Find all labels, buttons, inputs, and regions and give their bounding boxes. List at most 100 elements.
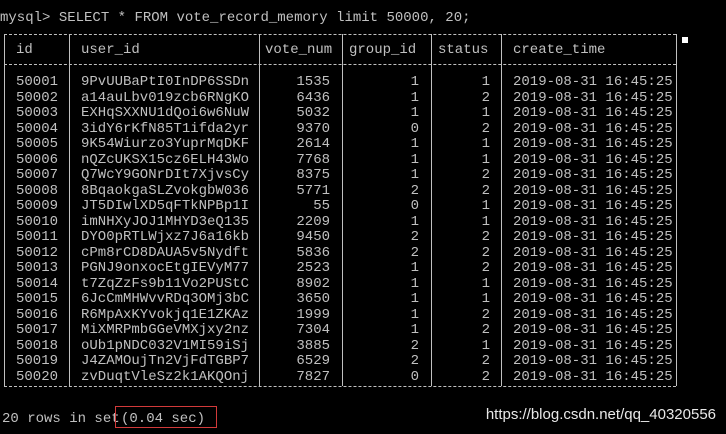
table-cell-create-time: 2019-08-31 16:45:25 — [513, 151, 673, 168]
table-cell-vote-num: 8375 — [296, 167, 330, 183]
table-cell-create-time: 2019-08-31 16:45:25 — [513, 105, 673, 121]
table-row: 50018 oUb1pNDC032V1MI59iSj 3885 2 1 2019-08-3… — [4, 338, 676, 354]
table-row: 50010 imNHXyJOJ1MHYD3eQ135 2209 1 1 2019-08-3… — [4, 214, 676, 230]
watermark: https://blog.csdn.net/qq_40320556 — [485, 406, 716, 423]
table-cell-group-id: 2 — [410, 353, 419, 369]
table-cell-user-id: 9PvUUBaPtI0InDP6SSDn — [81, 74, 250, 90]
column-header-group-id: group_id — [349, 42, 417, 58]
table-cell-status: 2 — [481, 353, 490, 369]
table-row: 50015 6JcCmMHWvvRDq3OMj3bC 3650 1 1 2019-08-3… — [4, 291, 676, 307]
table-cell-vote-num: 7304 — [296, 322, 330, 338]
table-cell-vote-num: 6529 — [296, 353, 330, 369]
table-cell-id: 50005 — [16, 136, 59, 152]
table-cell-status: 2 — [481, 244, 490, 261]
table-cell-vote-num: 2209 — [296, 213, 330, 230]
table-row: 50017 MiXMRPmbGGeVMXjxy2nz 7304 1 2 2019-08-3… — [4, 322, 676, 338]
table-cell-vote-num: 7827 — [296, 368, 330, 385]
column-header-user-id: user_id — [81, 42, 140, 58]
table-cell-user-id: J4ZAMOujTn2VjFdTGBP7 — [81, 353, 250, 369]
table-cell-vote-num: 3650 — [296, 291, 330, 307]
table-cell-group-id: 2 — [410, 337, 419, 354]
table-cell-id: 50013 — [16, 260, 59, 276]
table-cell-user-id: Q7WcY9GONrDIt7XjvsCy — [81, 167, 250, 183]
table-cell-group-id: 1 — [410, 136, 419, 152]
table-cell-id: 50008 — [16, 182, 59, 199]
column-separator — [676, 34, 677, 386]
table-cell-create-time: 2019-08-31 16:45:25 — [513, 353, 673, 369]
column-header-status: status — [438, 42, 489, 58]
table-cell-create-time: 2019-08-31 16:45:25 — [513, 213, 673, 230]
table-cell-create-time: 2019-08-31 16:45:25 — [513, 368, 673, 385]
table-cell-vote-num: 3885 — [296, 337, 330, 354]
table-cell-user-id: 8BqaokgaSLZvokgbW036 — [81, 182, 250, 199]
table-cell-group-id: 0 — [410, 198, 419, 214]
column-header-create-time: create_time — [513, 42, 606, 58]
table-cell-status: 2 — [481, 322, 490, 338]
table-cell-create-time: 2019-08-31 16:45:25 — [513, 275, 673, 292]
table-cell-create-time: 2019-08-31 16:45:25 — [513, 167, 673, 183]
table-row: 50002 a14auLbv019zcb6RNgKO 6436 1 2 2019-08-3… — [4, 90, 676, 106]
table-cell-group-id: 1 — [410, 213, 419, 230]
table-bottom-border — [4, 386, 676, 388]
table-top-border — [4, 34, 676, 36]
table-cell-status: 1 — [481, 275, 490, 292]
table-cell-group-id: 1 — [410, 167, 419, 183]
table-cell-create-time: 2019-08-31 16:45:25 — [513, 260, 673, 276]
table-cell-status: 1 — [481, 291, 490, 307]
table-cell-group-id: 1 — [410, 105, 419, 121]
table-cell-group-id: 0 — [410, 120, 419, 137]
table-cell-group-id: 1 — [410, 89, 419, 106]
table-cell-id: 50017 — [16, 322, 59, 338]
table-cell-create-time: 2019-08-31 16:45:25 — [513, 120, 673, 137]
sql-query: SELECT * FROM vote_record_memory limit 5… — [58, 10, 471, 26]
table-row: 50013 PGNJ9onxocEtgIEVyM77 2523 1 2 2019-08-3… — [4, 260, 676, 276]
table-cell-group-id: 1 — [410, 260, 419, 276]
table-cell-vote-num: 2614 — [296, 136, 330, 152]
table-cell-vote-num: 9370 — [296, 120, 330, 137]
table-row: 50019 J4ZAMOujTn2VjFdTGBP7 6529 2 2 2019-08-3… — [4, 353, 676, 369]
table-cell-id: 50010 — [16, 213, 59, 230]
table-cell-id: 50002 — [16, 89, 59, 106]
table-row: 50007 Q7WcY9GONrDIt7XjvsCy 8375 1 2 2019-08-3… — [4, 167, 676, 183]
table-row: 50001 9PvUUBaPtI0InDP6SSDn 1535 1 1 2019-08-3… — [4, 74, 676, 90]
query-timing: (0.04 sec) — [121, 411, 206, 427]
cursor-icon — [682, 37, 688, 43]
table-cell-vote-num: 8902 — [296, 275, 330, 292]
table-cell-vote-num: 1999 — [296, 306, 330, 323]
table-cell-status: 2 — [481, 260, 490, 276]
table-row: 50012 cPm8rCD8DAUA5v5Nydft 5836 2 2 2019-08-3… — [4, 245, 676, 261]
table-cell-user-id: oUb1pNDC032V1MI59iSj — [81, 337, 250, 354]
table-cell-vote-num: 6436 — [296, 89, 330, 106]
table-row: 50005 9K54Wiurzo3YuprMqDKF 2614 1 1 2019-08-3… — [4, 136, 676, 152]
table-cell-group-id: 1 — [410, 275, 419, 292]
table-cell-status: 1 — [481, 136, 490, 152]
table-cell-status: 1 — [481, 105, 490, 121]
table-cell-create-time: 2019-08-31 16:45:25 — [513, 136, 673, 152]
terminal-window[interactable]: mysql> SELECT * FROM vote_record_memory … — [0, 0, 726, 434]
table-row: 50006 nQZcUKSX15cz6ELH43Wo 7768 1 1 2019-08-3… — [4, 152, 676, 168]
table-cell-group-id: 2 — [410, 229, 419, 245]
table-cell-id: 50001 — [16, 74, 59, 90]
table-row: 50014 t7ZqZzFs9b11Vo2PUStC 8902 1 1 2019-08-3… — [4, 276, 676, 292]
table-cell-create-time: 2019-08-31 16:45:25 — [513, 306, 673, 323]
table-cell-create-time: 2019-08-31 16:45:25 — [513, 89, 673, 106]
table-cell-status: 2 — [481, 368, 490, 385]
table-cell-id: 50009 — [16, 198, 59, 214]
table-cell-create-time: 2019-08-31 16:45:25 — [513, 182, 673, 199]
table-cell-group-id: 1 — [410, 322, 419, 338]
table-cell-create-time: 2019-08-31 16:45:25 — [513, 244, 673, 261]
table-cell-create-time: 2019-08-31 16:45:25 — [513, 74, 673, 90]
table-cell-status: 1 — [481, 198, 490, 214]
command-line: mysql> SELECT * FROM vote_record_memory … — [0, 10, 471, 26]
table-cell-status: 2 — [481, 120, 490, 137]
table-cell-group-id: 1 — [410, 74, 419, 90]
table-cell-id: 50016 — [16, 306, 59, 323]
table-cell-user-id: imNHXyJOJ1MHYD3eQ135 — [81, 213, 250, 230]
table-cell-id: 50012 — [16, 244, 59, 261]
table-cell-id: 50003 — [16, 105, 59, 121]
table-cell-status: 1 — [481, 74, 490, 90]
table-row: 50016 R6MpAxKYvokjq1E1ZKAz 1999 1 2 2019-08-3… — [4, 307, 676, 323]
table-cell-create-time: 2019-08-31 16:45:25 — [513, 229, 673, 245]
table-cell-id: 50011 — [16, 229, 59, 245]
table-row: 50011 DYO0pRTLWjxz7J6a16kb 9450 2 2 2019-08-3… — [4, 229, 676, 245]
